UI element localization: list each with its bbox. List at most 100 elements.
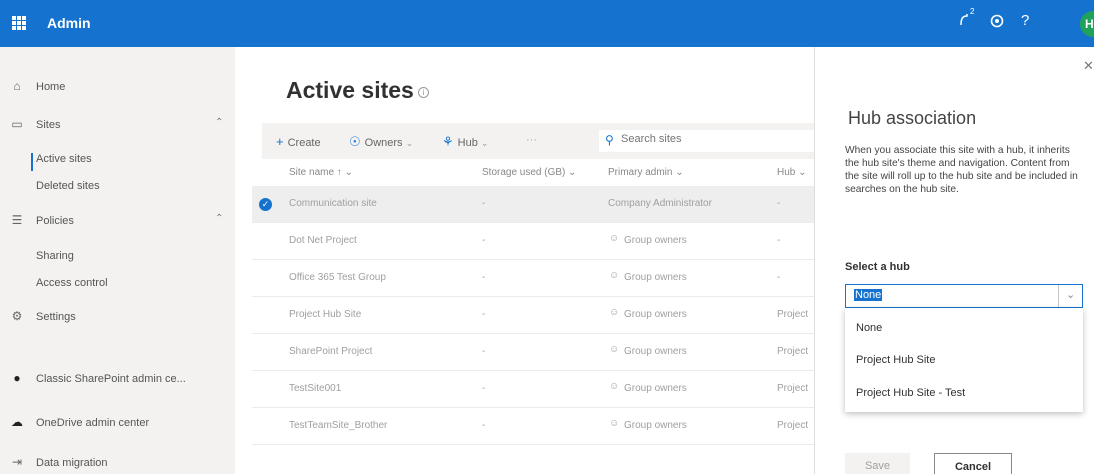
column-label: Primary admin bbox=[608, 167, 673, 178]
nav-item-classic-admin[interactable]: ● Classic SharePoint admin ce... bbox=[0, 367, 235, 391]
cell-site-name: Communication site bbox=[289, 198, 377, 209]
cell-hub: Project bbox=[777, 383, 809, 394]
close-icon[interactable]: ✕ bbox=[1083, 58, 1094, 74]
cell-site-name: TestTeamSite_Brother bbox=[289, 420, 388, 431]
cell-storage: - bbox=[482, 420, 486, 431]
hub-button[interactable]: ⚘ Hub ⌄ bbox=[442, 134, 488, 150]
chevron-down-icon: ⌄ bbox=[568, 167, 577, 178]
owners-button[interactable]: ☉ Owners ⌄ bbox=[349, 134, 413, 150]
cell-primary-admin: Company Administrator bbox=[608, 198, 712, 209]
chevron-up-icon[interactable]: ⌃ bbox=[215, 213, 223, 224]
hub-icon: ⚘ bbox=[442, 134, 454, 149]
nav-item-label: Classic SharePoint admin ce... bbox=[36, 373, 186, 385]
table-row[interactable]: ☺ Dot Net Project - Group owners - bbox=[252, 223, 814, 260]
cell-primary-admin: Group owners bbox=[624, 420, 687, 431]
cell-primary-admin: Group owners bbox=[624, 346, 687, 357]
hub-association-panel: ✕ Hub association When you associate thi… bbox=[814, 47, 1094, 474]
home-icon: ⌂ bbox=[13, 79, 21, 93]
active-indicator bbox=[31, 153, 33, 171]
notification-icon[interactable]: 2 bbox=[958, 7, 976, 34]
person-icon: ☺ bbox=[609, 418, 620, 429]
column-label: Site name ↑ bbox=[289, 167, 342, 178]
hub-select-value: None bbox=[854, 289, 883, 301]
cell-hub: - bbox=[777, 272, 781, 283]
cell-storage: - bbox=[482, 198, 486, 209]
hub-option-project-hub-site-test[interactable]: Project Hub Site - Test bbox=[856, 387, 965, 399]
column-header-site-name[interactable]: Site name ↑ ⌄ bbox=[289, 167, 353, 178]
hub-dropdown: None Project Hub Site Project Hub Site -… bbox=[845, 308, 1083, 412]
chevron-down-icon: ⌄ bbox=[480, 138, 489, 148]
column-header-storage[interactable]: Storage used (GB) ⌄ bbox=[482, 167, 577, 178]
chevron-down-icon: ⌄ bbox=[675, 167, 684, 178]
settings-icon[interactable] bbox=[989, 13, 1005, 33]
nav-item-deleted-sites[interactable]: Deleted sites bbox=[36, 180, 100, 192]
app-title[interactable]: Admin bbox=[47, 15, 91, 31]
cell-storage: - bbox=[482, 383, 486, 394]
nav-item-policies[interactable]: ☰ Policies ⌃ bbox=[0, 209, 235, 233]
table-row[interactable]: ✓ Communication site - Company Administrato… bbox=[252, 186, 814, 223]
sharepoint-icon: ● bbox=[13, 371, 21, 385]
cell-primary-admin: Group owners bbox=[624, 309, 687, 320]
nav-item-access-control[interactable]: Access control bbox=[36, 277, 108, 289]
search-input[interactable] bbox=[621, 133, 801, 145]
hub-select[interactable]: None ⌄ bbox=[845, 284, 1083, 308]
owners-label: Owners bbox=[364, 137, 403, 149]
cell-site-name: TestSite001 bbox=[289, 383, 342, 394]
page-title: Active sites bbox=[286, 77, 414, 103]
chevron-up-icon[interactable]: ⌃ bbox=[215, 117, 223, 128]
dropdown-toggle[interactable]: ⌄ bbox=[1058, 285, 1082, 307]
nav-item-active-sites[interactable]: Active sites bbox=[36, 153, 92, 165]
column-header-primary-admin[interactable]: Primary admin ⌄ bbox=[608, 167, 684, 178]
table-row[interactable]: ☺ SharePoint Project - Group owners Project bbox=[252, 334, 814, 371]
cell-hub: Project bbox=[777, 346, 809, 357]
person-icon: ☺ bbox=[609, 344, 620, 355]
nav-item-data-migration[interactable]: ⇥ Data migration bbox=[0, 451, 235, 474]
nav-item-sharing[interactable]: Sharing bbox=[36, 250, 74, 262]
notification-count: 2 bbox=[970, 7, 975, 16]
checkmark-icon[interactable]: ✓ bbox=[259, 198, 272, 211]
policies-icon: ☰ bbox=[11, 213, 23, 227]
migration-icon: ⇥ bbox=[11, 455, 23, 469]
search-box[interactable]: ⚲ bbox=[599, 130, 814, 152]
sites-icon: ▭ bbox=[11, 117, 23, 131]
waffle-icon[interactable] bbox=[12, 16, 26, 30]
more-button[interactable]: ··· bbox=[526, 134, 537, 146]
person-icon: ☺ bbox=[609, 270, 620, 281]
table-row[interactable]: ☺ Office 365 Test Group - Group owners - bbox=[252, 260, 814, 297]
plus-icon: + bbox=[276, 134, 284, 149]
cell-site-name: SharePoint Project bbox=[289, 346, 373, 357]
cell-storage: - bbox=[482, 309, 486, 320]
nav-item-onedrive-admin[interactable]: ☁ OneDrive admin center bbox=[0, 411, 235, 435]
help-icon[interactable]: ? bbox=[1021, 12, 1029, 29]
nav-item-label: Data migration bbox=[36, 457, 108, 469]
cell-hub: - bbox=[777, 198, 781, 209]
table-row[interactable]: ☺ TestTeamSite_Brother - Group owners Projec… bbox=[252, 408, 814, 445]
avatar[interactable]: H bbox=[1080, 11, 1094, 37]
owners-icon: ☉ bbox=[349, 134, 361, 149]
column-label: Hub bbox=[777, 167, 796, 178]
person-icon: ☺ bbox=[609, 381, 620, 392]
cell-site-name: Project Hub Site bbox=[289, 309, 362, 320]
create-button[interactable]: + Create bbox=[276, 134, 321, 149]
gear-icon: ⚙ bbox=[11, 309, 23, 323]
nav-item-sites[interactable]: ▭ Sites ⌃ bbox=[0, 113, 235, 137]
save-button[interactable]: Save bbox=[845, 453, 910, 474]
cell-primary-admin: Group owners bbox=[624, 272, 687, 283]
column-label: Storage used (GB) bbox=[482, 167, 566, 178]
hub-option-project-hub-site[interactable]: Project Hub Site bbox=[856, 354, 935, 366]
cell-storage: - bbox=[482, 235, 486, 246]
table-row[interactable]: ☺ Project Hub Site - Group owners Project bbox=[252, 297, 814, 334]
hub-option-none[interactable]: None bbox=[856, 322, 882, 334]
table-row[interactable]: ☺ TestSite001 - Group owners Project bbox=[252, 371, 814, 408]
cell-site-name: Dot Net Project bbox=[289, 235, 357, 246]
cell-primary-admin: Group owners bbox=[624, 383, 687, 394]
nav-item-label: Policies bbox=[36, 215, 74, 227]
column-header-hub[interactable]: Hub ⌄ bbox=[777, 167, 807, 178]
cancel-button[interactable]: Cancel bbox=[934, 453, 1012, 474]
nav-item-label: Settings bbox=[36, 311, 76, 323]
command-bar: + Create ☉ Owners ⌄ ⚘ Hub ⌄ ··· ⚲ bbox=[262, 123, 814, 159]
panel-description: When you associate this site with a hub,… bbox=[845, 145, 1078, 195]
nav-item-settings[interactable]: ⚙ Settings bbox=[0, 305, 235, 329]
nav-item-home[interactable]: ⌂ Home bbox=[0, 75, 235, 99]
info-icon[interactable]: i bbox=[418, 87, 429, 98]
